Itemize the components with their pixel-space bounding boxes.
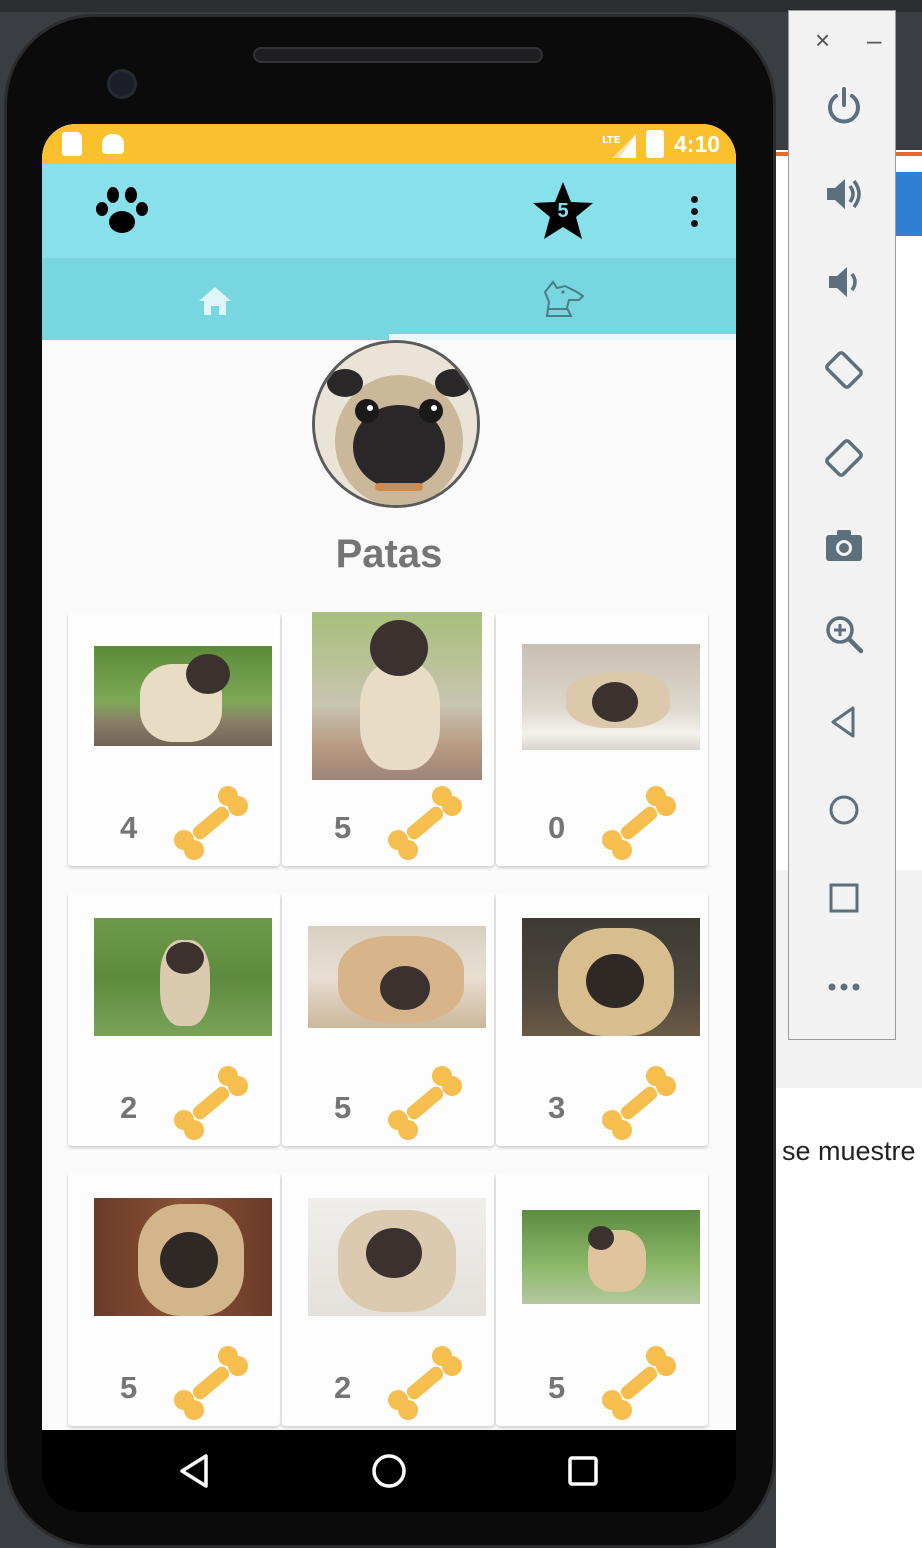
- bone-icon[interactable]: [600, 1064, 678, 1142]
- like-count: 0: [548, 810, 566, 845]
- photo-card-1[interactable]: 4: [68, 612, 280, 866]
- photo-image: [312, 612, 482, 780]
- sd-card-icon: [62, 132, 82, 156]
- like-count: 5: [120, 1370, 138, 1405]
- photo-image: [522, 918, 700, 1036]
- network-type-label: LTE: [602, 135, 621, 146]
- photo-card-2[interactable]: 5: [282, 612, 494, 866]
- photo-card-5[interactable]: 5: [282, 892, 494, 1146]
- photo-card-6[interactable]: 3: [496, 892, 708, 1146]
- bone-icon[interactable]: [172, 784, 250, 862]
- photo-card-4[interactable]: 2: [68, 892, 280, 1146]
- minimize-icon[interactable]: –: [867, 25, 881, 56]
- rotate-left-icon[interactable]: [823, 349, 865, 391]
- status-bar: LTE 4:10: [42, 124, 736, 164]
- volume-down-icon[interactable]: [823, 261, 865, 303]
- photo-image: [94, 646, 272, 746]
- overview-icon[interactable]: [823, 877, 865, 919]
- back-icon[interactable]: [176, 1452, 214, 1490]
- like-count: 5: [334, 810, 352, 845]
- bone-icon[interactable]: [172, 1344, 250, 1422]
- more-vert-icon[interactable]: [688, 196, 700, 230]
- photo-image: [308, 926, 486, 1028]
- dog-icon: [543, 280, 585, 317]
- rating-value: 5: [557, 200, 569, 222]
- app-screen: LTE 4:10 5 Patas 4 5 0 2 5 3 5 2 5: [42, 124, 736, 1430]
- profile-name: Patas: [335, 532, 443, 576]
- bone-icon[interactable]: [386, 784, 464, 862]
- rotate-right-icon[interactable]: [823, 437, 865, 479]
- more-icon[interactable]: [823, 965, 865, 1007]
- like-count: 5: [548, 1370, 566, 1405]
- photo-image: [522, 644, 700, 750]
- volume-up-icon[interactable]: [823, 173, 865, 215]
- battery-icon: [646, 130, 664, 158]
- paw-icon: [96, 187, 148, 233]
- signal-icon: LTE: [602, 134, 636, 158]
- photo-image: [308, 1198, 486, 1316]
- tab-dog-profile[interactable]: [389, 258, 736, 340]
- photo-image: [94, 918, 272, 1036]
- camera-icon[interactable]: [823, 525, 865, 567]
- close-icon[interactable]: ×: [815, 25, 830, 56]
- bone-icon[interactable]: [386, 1064, 464, 1142]
- like-count: 2: [120, 1090, 138, 1125]
- phone-speaker: [253, 47, 543, 63]
- bone-icon[interactable]: [172, 1064, 250, 1142]
- status-time: 4:10: [674, 131, 721, 157]
- like-count: 4: [120, 810, 138, 845]
- desktop-document-text: se muestre: [782, 1136, 916, 1166]
- photo-image: [522, 1210, 700, 1304]
- overview-icon[interactable]: [564, 1452, 602, 1490]
- bone-icon[interactable]: [386, 1344, 464, 1422]
- pug-avatar-image: [315, 343, 477, 505]
- like-count: 5: [334, 1090, 352, 1125]
- bone-icon[interactable]: [600, 784, 678, 862]
- like-count: 3: [548, 1090, 566, 1125]
- app-bar: 5: [42, 164, 736, 258]
- emulator-toolbar: × –: [788, 10, 896, 1040]
- photo-card-7[interactable]: 5: [68, 1172, 280, 1426]
- power-icon[interactable]: [823, 85, 865, 127]
- photo-card-9[interactable]: 5: [496, 1172, 708, 1426]
- rating-star-button[interactable]: 5: [532, 180, 594, 242]
- profile-avatar: [312, 340, 480, 508]
- bone-icon[interactable]: [600, 1344, 678, 1422]
- back-icon[interactable]: [823, 701, 865, 743]
- photo-image: [94, 1198, 272, 1316]
- like-count: 2: [334, 1370, 352, 1405]
- navigation-bar: [42, 1430, 736, 1512]
- home-button-icon[interactable]: [370, 1452, 408, 1490]
- android-icon: [102, 134, 124, 154]
- home-icon[interactable]: [823, 789, 865, 831]
- profile-content: Patas 4 5 0 2 5 3 5 2 5: [42, 340, 736, 1430]
- tab-home[interactable]: [42, 258, 389, 340]
- photo-card-8[interactable]: 2: [282, 1172, 494, 1426]
- phone-camera: [107, 69, 137, 99]
- zoom-icon[interactable]: [823, 613, 865, 655]
- tab-bar: [42, 258, 736, 340]
- home-icon: [199, 287, 231, 315]
- photo-card-3[interactable]: 0: [496, 612, 708, 866]
- desktop-title-strip: [0, 0, 922, 12]
